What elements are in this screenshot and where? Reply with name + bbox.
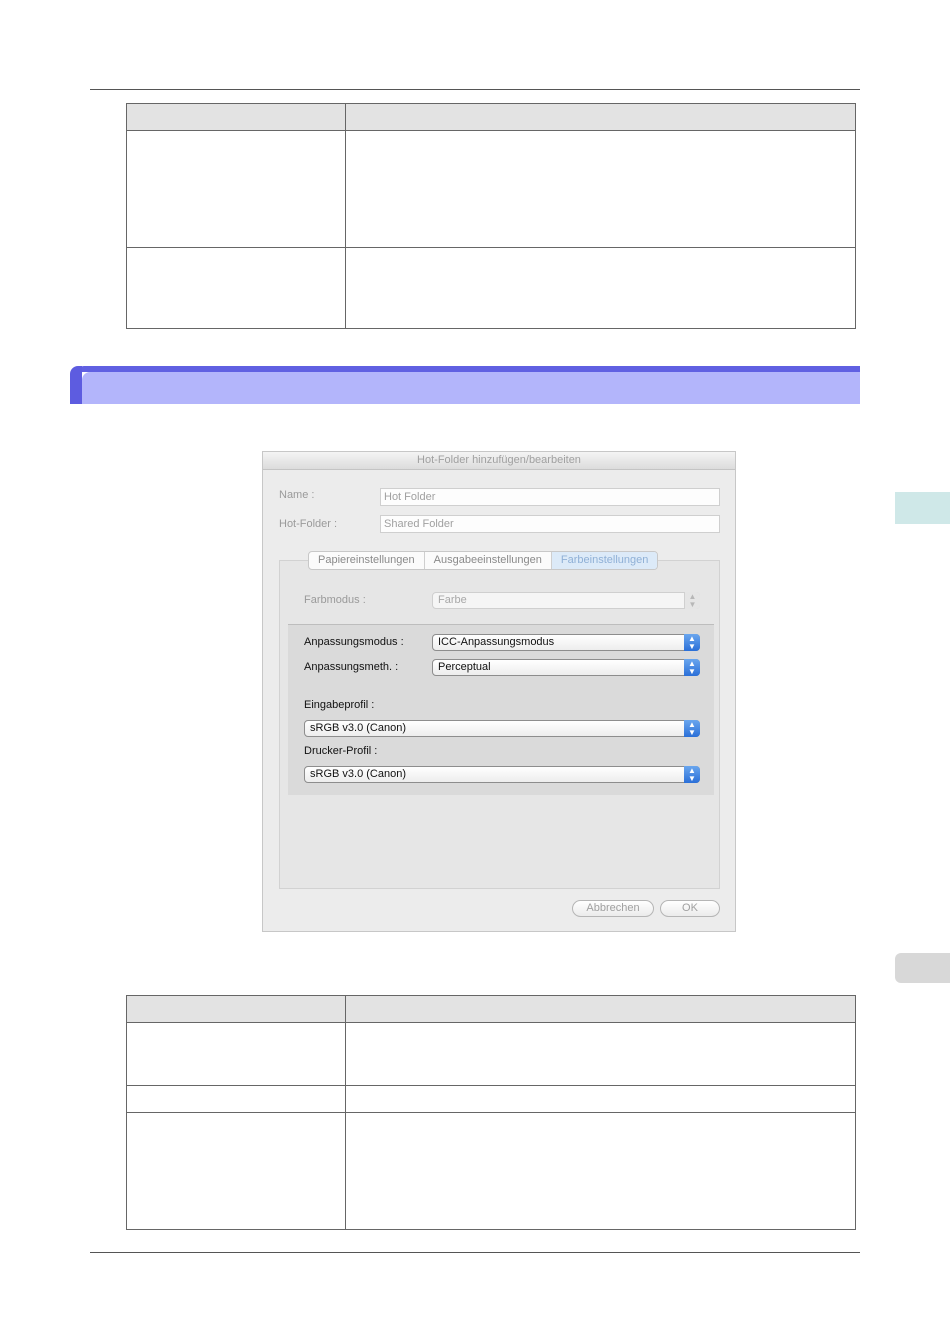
footer-rule [90, 1252, 860, 1253]
hot-folder-dialog: Hot-Folder hinzufügen/bearbeiten Name : … [262, 451, 736, 932]
name-label: Name : [279, 489, 315, 501]
lower-table [126, 995, 856, 1230]
dialog-title: Hot-Folder hinzufügen/bearbeiten [263, 452, 735, 470]
cancel-button[interactable]: Abbrechen [572, 900, 654, 917]
upper-table [126, 103, 856, 329]
druckerprofil-value: sRGB v3.0 (Canon) [310, 768, 406, 780]
chapter-tab [895, 492, 950, 524]
farbmodus-value: Farbe [438, 594, 467, 606]
tab-farbeinstellungen[interactable]: Farbeinstellungen [551, 552, 658, 569]
tab-papiereinstellungen[interactable]: Papiereinstellungen [309, 552, 425, 569]
name-field[interactable]: Hot Folder [380, 488, 720, 506]
row-divider [127, 247, 855, 248]
settings-tabs: Papiereinstellungen Ausgabeeinstellungen… [308, 551, 659, 570]
eingabeprofil-label: Eingabeprofil : [304, 699, 375, 711]
row-divider [127, 1112, 855, 1113]
eingabeprofil-value: sRGB v3.0 (Canon) [310, 722, 406, 734]
index-tab [895, 953, 950, 983]
up-down-arrows-icon: ▲ ▼ [684, 720, 700, 737]
hot-folder-label: Hot-Folder : [279, 518, 338, 530]
anpassungsmodus-select[interactable]: ICC-Anpassungsmodus ▲ ▼ [432, 634, 700, 651]
up-down-arrows-icon: ▲ ▼ [684, 592, 700, 609]
eingabeprofil-select[interactable]: sRGB v3.0 (Canon) ▲ ▼ [304, 720, 700, 737]
anpassungsmeth-label: Anpassungsmeth. : [304, 661, 399, 673]
druckerprofil-label: Drucker-Profil : [304, 745, 378, 757]
column-divider [345, 104, 346, 328]
anpassungsmeth-value: Perceptual [438, 661, 491, 673]
anpassungsmodus-label: Anpassungsmodus : [304, 636, 404, 648]
hot-folder-field[interactable]: Shared Folder [380, 515, 720, 533]
section-heading-band [70, 366, 860, 404]
farbmodus-label: Farbmodus : [304, 594, 366, 606]
table-header [127, 996, 855, 1023]
up-down-arrows-icon: ▲ ▼ [684, 634, 700, 651]
row-divider [127, 1085, 855, 1086]
tab-ausgabeeinstellungen[interactable]: Ausgabeeinstellungen [425, 552, 552, 569]
up-down-arrows-icon: ▲ ▼ [684, 659, 700, 676]
table-header [127, 104, 855, 131]
ok-button[interactable]: OK [660, 900, 720, 917]
up-down-arrows-icon: ▲ ▼ [684, 766, 700, 783]
druckerprofil-select[interactable]: sRGB v3.0 (Canon) ▲ ▼ [304, 766, 700, 783]
farbmodus-select[interactable]: Farbe ▲ ▼ [432, 592, 700, 609]
header-rule [90, 89, 860, 90]
anpassungsmeth-select[interactable]: Perceptual ▲ ▼ [432, 659, 700, 676]
anpassungsmodus-value: ICC-Anpassungsmodus [438, 636, 555, 648]
